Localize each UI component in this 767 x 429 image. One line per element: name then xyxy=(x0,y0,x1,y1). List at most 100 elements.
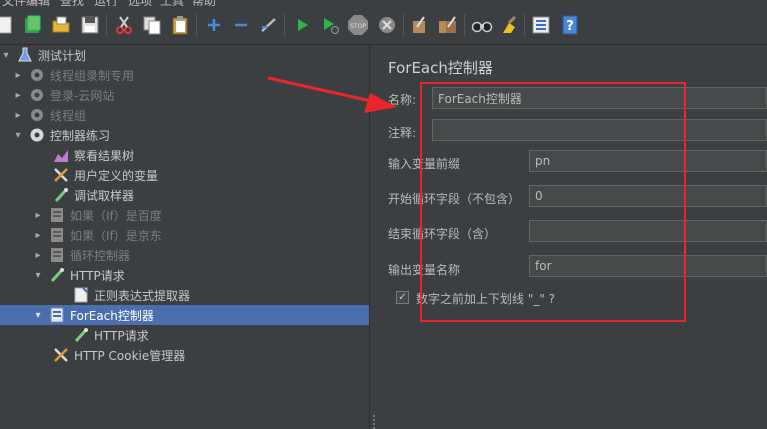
gear-icon xyxy=(28,126,46,144)
clear-icon[interactable] xyxy=(409,13,431,37)
input-prefix-label: 输入变量前缀 xyxy=(388,157,461,171)
pipette-icon xyxy=(52,186,70,204)
gear-icon xyxy=(28,86,46,104)
clear-all-icon[interactable] xyxy=(437,13,459,37)
document-icon xyxy=(72,286,90,304)
start-index-field[interactable] xyxy=(529,185,767,207)
tree-node-thread-group-recording[interactable]: ▸ 线程组录制专用 xyxy=(12,65,369,85)
controller-icon xyxy=(48,246,66,264)
test-plan-icon xyxy=(16,46,34,64)
tree-node-view-results-tree[interactable]: 察看结果树 xyxy=(52,145,369,165)
tree-node-if-jd[interactable]: ▸ 如果（If）是京东 xyxy=(32,225,369,245)
tree-node-controller-practice[interactable]: ▾ 控制器练习 xyxy=(12,125,369,145)
start-index-label: 开始循环字段（不包含） xyxy=(388,192,521,206)
open-icon[interactable] xyxy=(50,13,72,37)
name-field[interactable] xyxy=(432,87,767,109)
save-icon[interactable] xyxy=(79,13,101,37)
chevron-right-icon[interactable]: ▸ xyxy=(32,209,44,221)
tree-node-login-cloud[interactable]: ▸ 登录-云网站 xyxy=(12,85,369,105)
tree-node-label: ForEach控制器 xyxy=(70,308,154,323)
chevron-right-icon[interactable]: ▸ xyxy=(12,109,24,121)
shutdown-icon[interactable] xyxy=(376,13,398,37)
tree-node-test-plan[interactable]: ▾ 测试计划 xyxy=(0,45,369,65)
tree-node-http-request[interactable]: ▾ HTTP请求 xyxy=(32,265,369,285)
tree-node-user-defined-variables[interactable]: 用户定义的变量 xyxy=(52,165,369,185)
toolbar: STOP ? xyxy=(0,6,767,45)
test-plan-tree: ▾ 测试计划 ▸ 线程组录制专用 ▸ 登录-云网站 ▸ 线程组 ▾ 控制器练习 xyxy=(0,45,369,429)
chevron-down-icon[interactable]: ▾ xyxy=(0,49,12,61)
tree-node-http-request-child[interactable]: HTTP请求 xyxy=(72,325,369,345)
tree-node-label: 测试计划 xyxy=(38,48,87,63)
tree-node-foreach-controller[interactable]: ▾ ForEach控制器 xyxy=(0,305,369,325)
end-index-label: 结束循环字段（含） xyxy=(388,227,497,241)
page-title: ForEach控制器 xyxy=(388,59,493,77)
tree-node-label: HTTP请求 xyxy=(70,268,125,283)
tree-node-thread-group[interactable]: ▸ 线程组 xyxy=(12,105,369,125)
tree-node-if-baidu[interactable]: ▸ 如果（If）是百度 xyxy=(32,205,369,225)
pipette-icon xyxy=(48,266,66,284)
tree-node-label: 如果（If）是百度 xyxy=(70,208,162,223)
start-no-pause-icon[interactable] xyxy=(319,13,341,37)
tree-node-loop-controller[interactable]: ▸ 循环控制器 xyxy=(32,245,369,265)
foreach-controller-panel: ForEach控制器 名称: 注释: 输入变量前缀 开始循环字段（不包含） 结束… xyxy=(380,45,767,429)
tree-node-http-cookie-manager[interactable]: HTTP Cookie管理器 xyxy=(52,345,369,365)
chevron-right-icon[interactable]: ▸ xyxy=(12,89,24,101)
chevron-right-icon[interactable]: ▸ xyxy=(32,249,44,261)
tree-node-label: 察看结果树 xyxy=(74,148,135,163)
new-icon[interactable] xyxy=(0,13,16,37)
paste-icon[interactable] xyxy=(169,13,191,37)
search-icon[interactable] xyxy=(471,13,493,37)
tree-node-label: HTTP Cookie管理器 xyxy=(74,348,186,363)
chevron-down-icon[interactable]: ▾ xyxy=(32,269,44,281)
tree-node-label: HTTP请求 xyxy=(94,328,149,343)
underscore-label: 数字之前加上下划线 "_" ? xyxy=(416,292,556,306)
tree-node-label: 线程组 xyxy=(50,108,87,123)
templates-icon[interactable] xyxy=(22,13,44,37)
controller-icon xyxy=(48,206,66,224)
controller-icon xyxy=(48,306,66,324)
chevron-down-icon[interactable]: ▾ xyxy=(12,129,24,141)
tree-node-label: 控制器练习 xyxy=(50,128,111,143)
comment-label: 注释: xyxy=(388,126,417,140)
wrench-icon xyxy=(52,166,70,184)
tree-node-label: 用户定义的变量 xyxy=(74,168,159,183)
chevron-right-icon[interactable]: ▸ xyxy=(12,69,24,81)
gear-icon xyxy=(28,66,46,84)
cut-icon[interactable] xyxy=(113,13,135,37)
pipette-icon xyxy=(72,326,90,344)
stop-icon[interactable]: STOP xyxy=(347,13,369,37)
output-var-label: 输出变量名称 xyxy=(388,263,461,277)
splitter-grip[interactable] xyxy=(373,415,375,429)
tree-node-regex-extractor[interactable]: 正则表达式提取器 xyxy=(72,285,369,305)
end-index-field[interactable] xyxy=(529,220,767,242)
chevron-right-icon[interactable]: ▸ xyxy=(32,229,44,241)
controller-icon xyxy=(48,226,66,244)
help-icon[interactable]: ? xyxy=(559,13,581,37)
collapse-icon[interactable] xyxy=(230,13,252,37)
tree-node-label: 如果（If）是京东 xyxy=(70,228,162,243)
panel-splitter[interactable] xyxy=(369,45,380,429)
wrench-icon xyxy=(52,346,70,364)
expand-icon[interactable] xyxy=(203,13,225,37)
svg-text:STOP: STOP xyxy=(350,23,366,30)
copy-icon[interactable] xyxy=(141,13,163,37)
chart-icon xyxy=(52,146,70,164)
tree-node-label: 调试取样器 xyxy=(74,188,135,203)
tree-node-label: 登录-云网站 xyxy=(50,88,115,103)
reset-search-icon[interactable] xyxy=(498,13,520,37)
chevron-down-icon[interactable]: ▾ xyxy=(32,309,44,321)
input-prefix-field[interactable] xyxy=(529,150,767,172)
comment-field[interactable] xyxy=(432,119,767,141)
function-helper-icon[interactable] xyxy=(530,13,552,37)
start-icon[interactable] xyxy=(291,13,313,37)
tree-node-label: 正则表达式提取器 xyxy=(94,288,191,303)
output-var-field[interactable] xyxy=(529,255,767,277)
tree-node-label: 循环控制器 xyxy=(70,248,131,263)
gear-icon xyxy=(28,106,46,124)
svg-text:?: ? xyxy=(566,19,574,34)
name-label: 名称: xyxy=(388,93,417,107)
tree-node-label: 线程组录制专用 xyxy=(50,68,135,83)
tree-node-debug-sampler[interactable]: 调试取样器 xyxy=(52,185,369,205)
underscore-checkbox[interactable]: ✓ xyxy=(396,291,409,304)
toggle-icon[interactable] xyxy=(258,13,280,37)
